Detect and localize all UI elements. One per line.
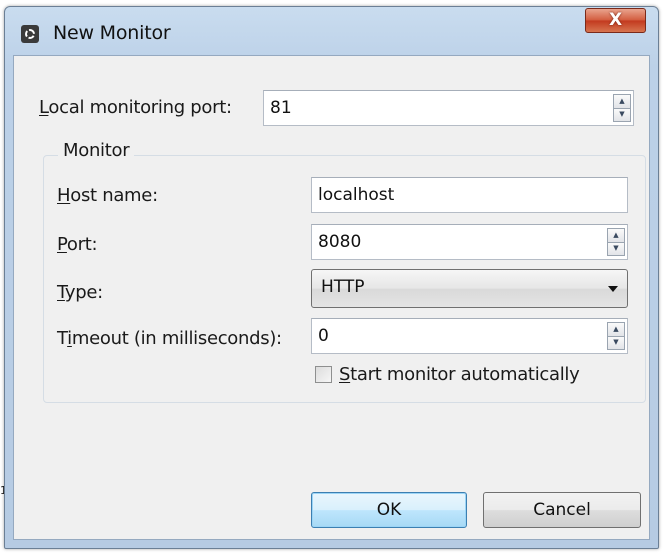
timeout-input[interactable] [318,319,558,353]
port-spinner[interactable]: ▲ ▼ [311,224,628,260]
auto-start-checkbox[interactable] [315,366,332,383]
port-input[interactable] [318,225,558,259]
decrement-arrow-icon[interactable]: ▼ [607,242,625,256]
type-dropdown[interactable]: HTTP [311,269,628,308]
increment-arrow-icon[interactable]: ▲ [607,322,625,337]
chevron-down-icon [608,286,618,292]
timeout-stepper: ▲ ▼ [607,322,625,350]
timeout-spinner[interactable]: ▲ ▼ [311,318,628,354]
close-button[interactable]: X [585,8,646,33]
increment-arrow-icon[interactable]: ▲ [613,94,631,109]
increment-arrow-icon[interactable]: ▲ [607,228,625,243]
timeout-label: Timeout (in milliseconds): [57,328,282,349]
decrement-arrow-icon[interactable]: ▼ [607,336,625,350]
ok-button[interactable]: OK [311,492,467,528]
port-stepper: ▲ ▼ [607,228,625,256]
close-icon: X [608,10,623,30]
port-label: Port: [57,234,98,255]
new-monitor-dialog: New Monitor X Local monitoring port: ▲ ▼… [4,6,659,549]
host-name-label: Host name: [57,185,158,206]
dialog-title: New Monitor [53,22,171,44]
local-port-stepper: ▲ ▼ [613,94,631,122]
local-port-spinner[interactable]: ▲ ▼ [263,90,634,126]
auto-start-label[interactable]: Start monitor automatically [339,364,580,385]
dialog-content: Local monitoring port: ▲ ▼ Monitor Host … [13,55,650,540]
gear-icon [25,29,35,39]
eclipse-gear-icon [21,25,39,43]
decrement-arrow-icon[interactable]: ▼ [613,108,631,122]
type-selected-value: HTTP [321,277,365,297]
title-bar[interactable]: New Monitor X [5,7,658,55]
monitor-group-title: Monitor [58,140,135,161]
host-name-input[interactable] [318,178,558,212]
local-port-input[interactable] [270,91,510,125]
type-label: Type: [57,282,103,303]
host-name-field[interactable] [311,177,628,213]
local-port-label: Local monitoring port: [39,97,232,118]
cancel-button[interactable]: Cancel [483,492,641,528]
